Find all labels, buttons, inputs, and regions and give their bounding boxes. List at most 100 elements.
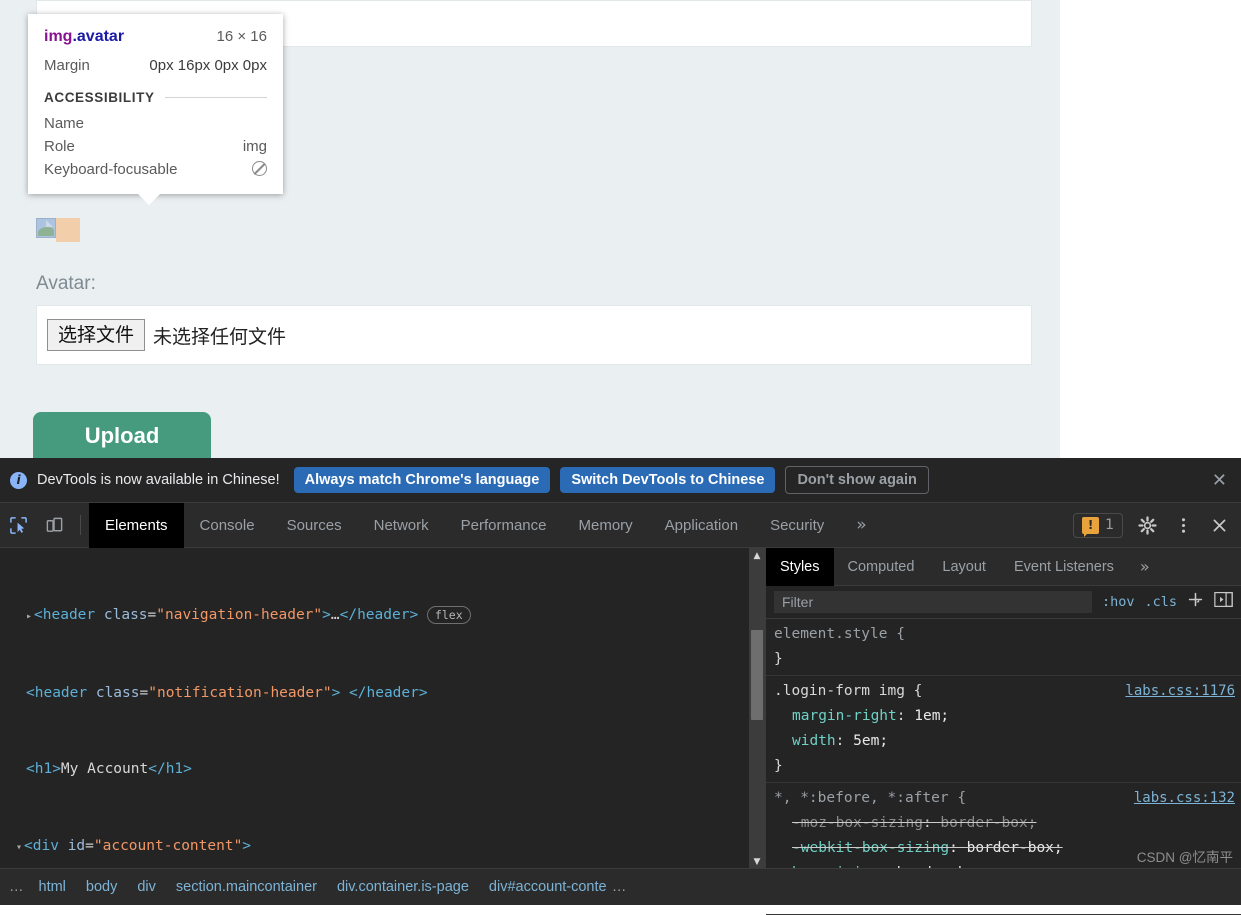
css-declaration[interactable]: width: 5em; <box>774 729 1241 754</box>
tooltip-tag-row: img.avatar 16 × 16 <box>44 28 267 46</box>
a11y-name-key: Name <box>44 115 85 132</box>
dom-row[interactable]: ▾ <div id="account-content"> <box>8 834 765 861</box>
css-value: 5em; <box>853 733 889 749</box>
devtools-toolbar: Elements Console Sources Network Perform… <box>0 502 1241 548</box>
web-page-viewport: Email Avatar: 选择文件 未选择任何文件 Upload img.av… <box>0 0 1241 458</box>
element-inspector-tooltip: img.avatar 16 × 16 Margin 0px 16px 0px 0… <box>28 14 283 205</box>
tab-memory[interactable]: Memory <box>563 503 649 548</box>
upload-button[interactable]: Upload <box>33 412 211 458</box>
tooltip-a11y-row: Role img <box>44 138 267 155</box>
breadcrumb-item-section-maincontainer[interactable]: section.maincontainer <box>166 879 327 895</box>
kebab-menu-icon[interactable] <box>1168 510 1198 540</box>
tooltip-dimensions: 16 × 16 <box>216 28 267 45</box>
cls-toggle[interactable]: .cls <box>1144 594 1177 610</box>
device-toolbar-icon[interactable] <box>39 510 69 540</box>
warning-badge[interactable]: ! 1 <box>1073 512 1123 538</box>
inspect-element-icon[interactable] <box>3 510 33 540</box>
devtools-panel: i DevTools is now available in Chinese! … <box>0 458 1241 915</box>
css-property: -moz-box-sizing <box>792 815 923 831</box>
a11y-role-value: img <box>242 138 267 155</box>
tab-application[interactable]: Application <box>649 503 754 548</box>
tab-computed[interactable]: Computed <box>834 548 929 586</box>
breadcrumb-item-div[interactable]: div <box>127 879 166 895</box>
breadcrumb-item-body[interactable]: body <box>76 879 127 895</box>
info-icon: i <box>10 471 27 489</box>
tooltip-a11y-row: Keyboard-focusable <box>44 161 267 178</box>
tooltip-tag-name: img <box>44 28 73 45</box>
css-property: width <box>792 733 836 749</box>
toolbar-right-group: ! 1 <box>1073 510 1241 540</box>
css-value: border-box; <box>966 840 1063 856</box>
css-source-link[interactable]: labs.css:1176 <box>1125 679 1235 704</box>
tab-layout[interactable]: Layout <box>928 548 1000 586</box>
breadcrumb-item-div-container-is-page[interactable]: div.container.is-page <box>327 879 479 895</box>
notification-message: DevTools is now available in Chinese! <box>37 472 280 488</box>
avatar-image-row <box>36 218 80 242</box>
tooltip-accessibility-title: ACCESSIBILITY <box>44 90 155 105</box>
tooltip-a11y-row: Name <box>44 115 267 132</box>
css-close-brace: } <box>774 758 783 774</box>
dom-tree: ▸ <header class="navigation-header">…</he… <box>0 548 765 870</box>
styles-pane: Styles Computed Layout Event Listeners »… <box>765 547 1241 915</box>
divider-line <box>164 97 267 98</box>
toolbar-divider <box>80 515 81 535</box>
hov-toggle[interactable]: :hov <box>1102 594 1135 610</box>
css-selector: element.style { <box>774 626 905 642</box>
avatar-label: Avatar: <box>36 273 96 294</box>
dom-tree-scrollbar[interactable]: ▲ ▼ <box>749 548 765 870</box>
styles-filter-input[interactable]: Filter <box>774 591 1092 613</box>
warning-count: 1 <box>1105 517 1114 533</box>
tooltip-tag: img.avatar <box>44 28 124 46</box>
tooltip-accessibility-heading: ACCESSIBILITY <box>44 90 267 105</box>
css-rule-login-form-img[interactable]: labs.css:1176 .login-form img { margin-r… <box>766 676 1241 783</box>
scrollbar-thumb[interactable] <box>751 630 763 720</box>
dom-row[interactable]: ▸ <header class="navigation-header">…</he… <box>18 603 765 630</box>
breadcrumb-item-html[interactable]: html <box>29 879 76 895</box>
a11y-role-key: Role <box>44 138 75 155</box>
dom-breadcrumb: … html body div section.maincontainer di… <box>0 868 1241 905</box>
css-value: border-box; <box>940 815 1037 831</box>
close-icon[interactable]: ✕ <box>1212 470 1231 491</box>
devtools-body: ▸ <header class="navigation-header">…</he… <box>0 547 1241 915</box>
not-allowed-icon <box>252 161 267 176</box>
always-match-language-button[interactable]: Always match Chrome's language <box>293 467 551 493</box>
tab-sources[interactable]: Sources <box>271 503 358 548</box>
tab-console[interactable]: Console <box>184 503 271 548</box>
tab-elements[interactable]: Elements <box>89 502 184 548</box>
css-declaration[interactable]: margin-right: 1em; <box>774 704 1241 729</box>
styles-pane-tabs: Styles Computed Layout Event Listeners » <box>766 547 1241 586</box>
tab-performance[interactable]: Performance <box>445 503 563 548</box>
close-icon[interactable] <box>1204 510 1234 540</box>
switch-to-chinese-button[interactable]: Switch DevTools to Chinese <box>560 467 776 493</box>
plus-icon[interactable] <box>1187 591 1204 613</box>
sidebar-toggle-icon[interactable] <box>1214 591 1233 613</box>
breadcrumb-item-div-account-content[interactable]: div#account-conte <box>479 879 607 895</box>
scroll-up-icon[interactable]: ▲ <box>749 548 765 564</box>
css-source-link[interactable]: labs.css:132 <box>1134 786 1235 811</box>
tooltip-tag-class: .avatar <box>72 28 125 45</box>
breadcrumb-leading-ellipsis[interactable]: … <box>4 879 29 895</box>
devtools-notification-bar: i DevTools is now available in Chinese! … <box>0 458 1241 503</box>
styles-filter-bar: Filter :hov .cls <box>766 586 1241 619</box>
dom-row[interactable]: <header class="notification-header"> </h… <box>18 681 765 707</box>
tab-security[interactable]: Security <box>754 503 840 548</box>
css-property: margin-right <box>792 708 897 724</box>
css-declaration-overridden[interactable]: -moz-box-sizing: border-box; <box>774 811 1241 836</box>
broken-image-icon[interactable] <box>36 218 56 238</box>
dom-row[interactable]: <h1>My Account</h1> <box>18 757 765 783</box>
tab-network[interactable]: Network <box>358 503 445 548</box>
tooltip-margin-value: 0px 16px 0px 0px <box>149 57 267 74</box>
avatar-file-input[interactable]: 选择文件 未选择任何文件 <box>36 305 1032 365</box>
breadcrumb-trailing-ellipsis[interactable]: … <box>607 879 632 895</box>
choose-file-button[interactable]: 选择文件 <box>47 318 146 352</box>
more-styles-tabs-icon[interactable]: » <box>1128 557 1162 576</box>
css-close-brace: } <box>774 651 783 667</box>
css-rule-element-style[interactable]: element.style { } <box>766 619 1241 676</box>
tab-styles[interactable]: Styles <box>766 547 834 586</box>
dont-show-again-button[interactable]: Don't show again <box>785 466 929 494</box>
dom-tree-pane: ▸ <header class="navigation-header">…</he… <box>0 548 765 870</box>
more-tabs-icon[interactable]: » <box>840 515 882 535</box>
tab-event-listeners[interactable]: Event Listeners <box>1000 548 1128 586</box>
css-value: 1em; <box>914 708 950 724</box>
gear-icon[interactable] <box>1132 510 1162 540</box>
